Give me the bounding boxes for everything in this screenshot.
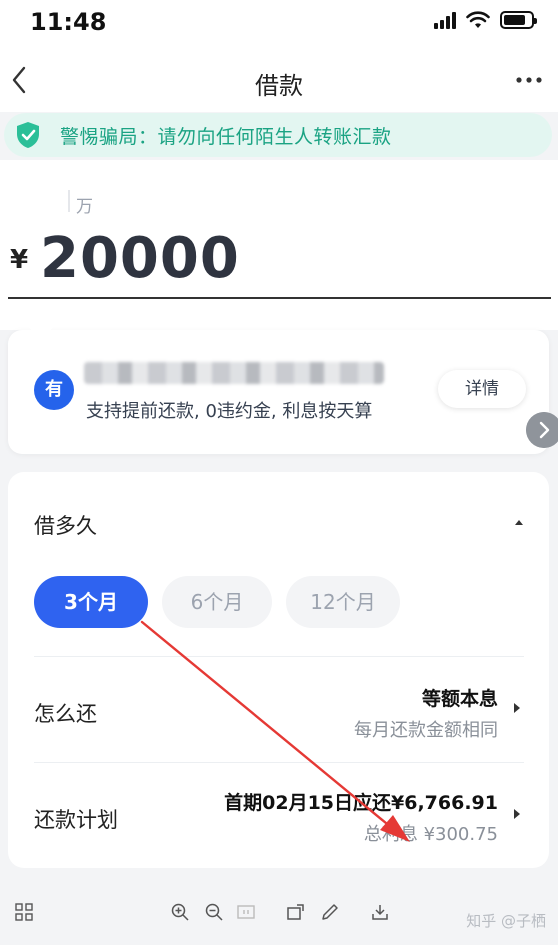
detail-button[interactable]: 详情 — [438, 370, 526, 408]
amount-unit-hint: 万 — [76, 197, 93, 217]
first-payment-text[interactable]: 首期02月15日应还¥6,766.91 — [224, 788, 498, 815]
zoom-out-icon[interactable] — [204, 902, 224, 922]
download-icon[interactable] — [370, 902, 390, 922]
status-bar: 11:48 — [0, 0, 558, 48]
amount-input[interactable]: 20000 — [40, 226, 240, 291]
currency-symbol: ¥ — [10, 245, 29, 275]
battery-icon — [500, 11, 537, 29]
page-title: 借款 — [255, 72, 303, 100]
repay-method-value[interactable]: 等额本息 — [422, 684, 498, 711]
amount-underline — [8, 297, 551, 299]
collapse-triangle-icon[interactable] — [512, 516, 526, 528]
warning-text: 警惕骗局：请勿向任何陌生人转账汇款 — [60, 126, 392, 148]
status-icons — [434, 11, 537, 29]
cellular-signal-icon — [434, 11, 456, 29]
divider — [34, 762, 524, 763]
chevron-right-icon[interactable] — [512, 702, 522, 714]
divider — [34, 656, 524, 657]
pen-icon[interactable] — [320, 902, 340, 922]
more-dots-icon[interactable] — [514, 70, 544, 90]
zoom-in-icon[interactable] — [170, 902, 190, 922]
lender-name-redacted — [84, 362, 384, 384]
lender-logo: 有 — [34, 370, 74, 410]
repay-plan-label: 还款计划 — [34, 808, 118, 832]
wifi-icon — [466, 11, 490, 28]
total-interest-text: 总利息 ¥300.75 — [363, 824, 498, 845]
term-heading: 借多久 — [34, 514, 97, 538]
repay-method-label: 怎么还 — [34, 702, 97, 726]
lender-description: 支持提前还款, 0违约金, 利息按天算 — [86, 401, 373, 422]
status-time: 11:48 — [30, 8, 107, 36]
grid-icon[interactable] — [14, 902, 34, 922]
watermark: 知乎 @子栖 — [466, 912, 546, 930]
nav-bar: 借款 — [0, 48, 558, 112]
repay-method-note: 每月还款金额相同 — [354, 720, 498, 741]
term-option-12-months[interactable]: 12个月 — [286, 576, 400, 628]
rotate-icon[interactable] — [286, 902, 306, 922]
input-cursor — [68, 190, 70, 212]
term-option-3-months[interactable]: 3个月 — [34, 576, 148, 628]
chevron-right-icon[interactable] — [512, 808, 522, 820]
term-option-6-months[interactable]: 6个月 — [162, 576, 272, 628]
fraud-warning-banner: 警惕骗局：请勿向任何陌生人转账汇款 — [4, 113, 552, 157]
shield-check-icon — [17, 122, 39, 148]
chevron-right-icon[interactable] — [526, 412, 558, 448]
fit-page-icon[interactable] — [236, 902, 256, 922]
